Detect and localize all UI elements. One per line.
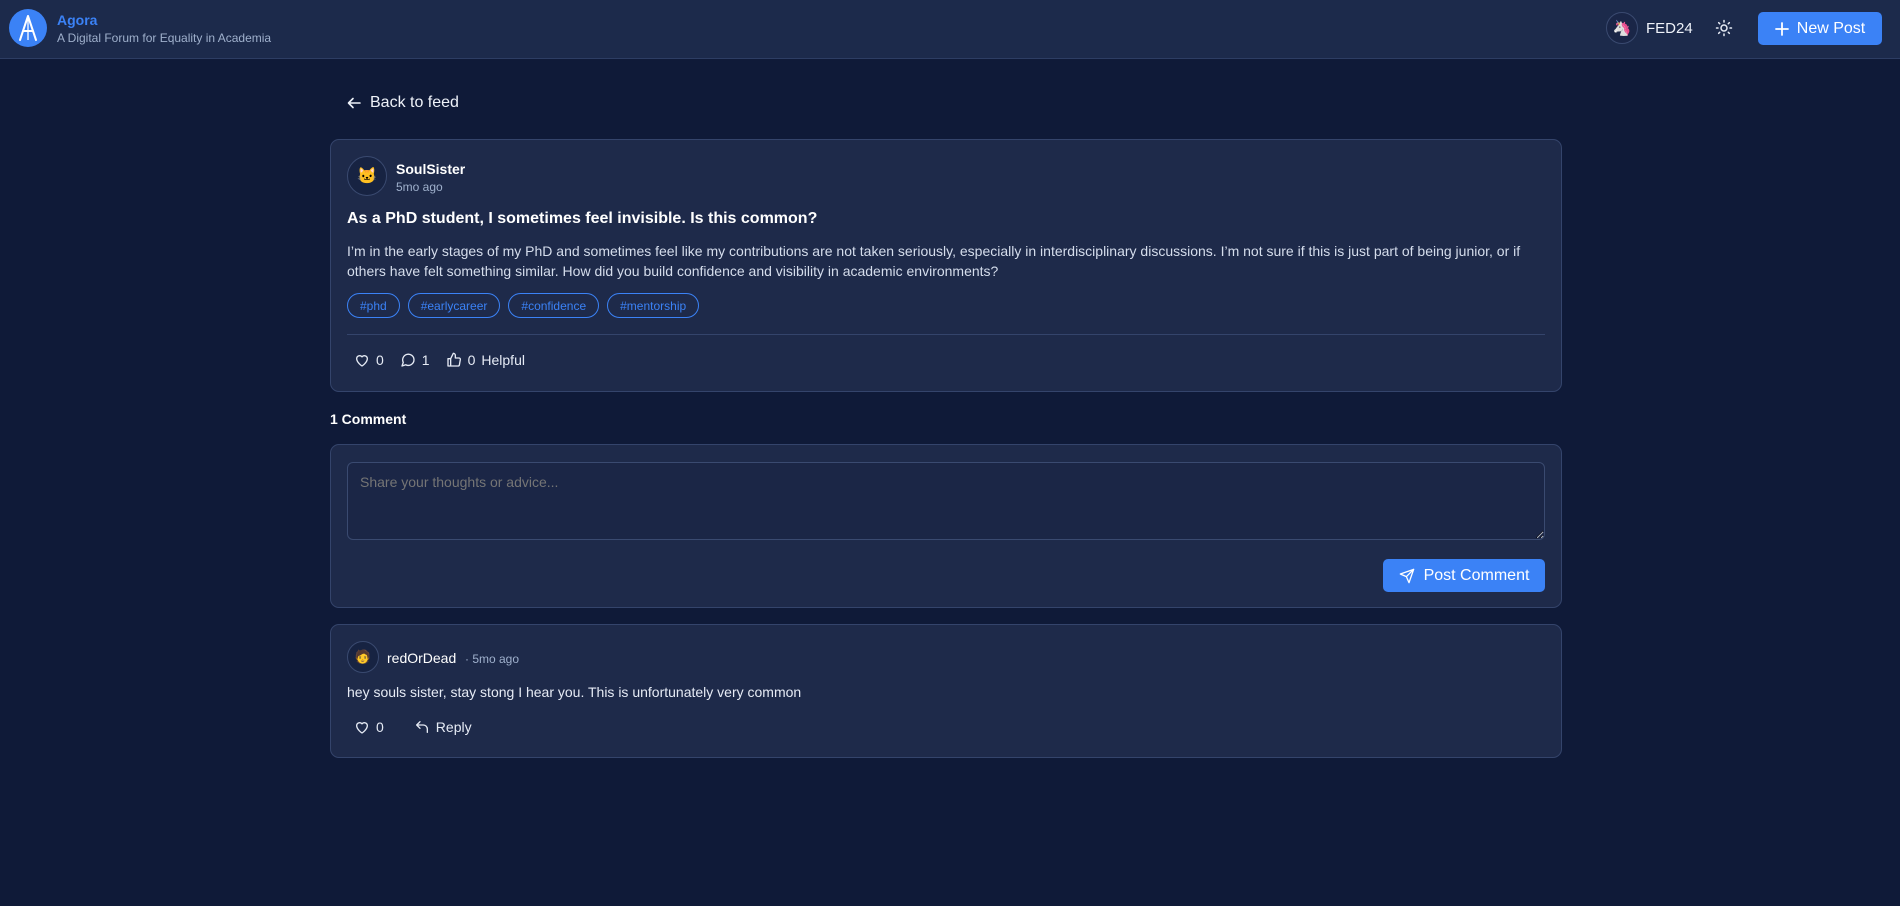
helpful-count: 0	[467, 352, 476, 368]
tag-mentorship[interactable]: #mentorship	[607, 293, 700, 318]
unicorn-icon[interactable]: 🦄	[1606, 12, 1638, 44]
post-author[interactable]: SoulSister	[396, 161, 465, 177]
post-title: As a PhD student, I sometimes feel invis…	[347, 210, 818, 227]
post-comment-label: Post Comment	[1423, 566, 1530, 584]
post-actions: 0 1 0 Helpful	[354, 352, 525, 368]
post-body: I’m in the early stages of my PhD and so…	[347, 243, 1521, 279]
post-card: 🐱 SoulSister 5mo ago As a PhD student, I…	[330, 139, 1562, 392]
post-tags: #phd #earlycareer #confidence #mentorshi…	[347, 293, 700, 318]
comment-count: 1	[421, 352, 430, 368]
divider	[347, 334, 1545, 335]
reply-label: Reply	[435, 719, 472, 735]
comment-author[interactable]: redOrDead	[387, 650, 456, 666]
comments-count-heading: 1 Comment	[330, 411, 407, 427]
sun-icon[interactable]	[1711, 15, 1737, 41]
user-name[interactable]: FED24	[1646, 20, 1693, 37]
plus-icon	[1774, 21, 1789, 36]
back-to-feed-label: Back to feed	[370, 94, 459, 111]
send-icon	[1399, 568, 1415, 584]
agora-logo-icon[interactable]	[9, 9, 47, 47]
compose-comment-card: Post Comment	[330, 444, 1562, 608]
tag-earlycareer[interactable]: #earlycareer	[407, 293, 501, 318]
new-post-button[interactable]: New Post	[1758, 12, 1882, 45]
brand-title[interactable]: Agora	[57, 12, 97, 28]
comment-time: · 5mo ago	[465, 652, 520, 666]
cat-icon[interactable]: 🐱	[347, 156, 387, 196]
top-bar: Agora A Digital Forum for Equality in Ac…	[0, 0, 1900, 59]
comment-like-count: 0	[376, 719, 384, 735]
comment-actions: 0 Reply	[354, 719, 472, 735]
comment-input[interactable]	[347, 462, 1545, 540]
tag-phd[interactable]: #phd	[347, 293, 400, 318]
heart-icon	[354, 719, 370, 735]
comment-bubble-icon	[400, 352, 416, 368]
arrow-left-icon	[347, 96, 361, 110]
back-to-feed-link[interactable]: Back to feed	[347, 92, 459, 114]
comment-button[interactable]: 1	[400, 352, 430, 368]
tag-confidence[interactable]: #confidence	[508, 293, 600, 318]
like-count: 0	[376, 352, 384, 368]
helpful-label: Helpful	[481, 352, 525, 368]
person-icon[interactable]: 🧑	[347, 641, 379, 673]
post-time: 5mo ago	[396, 180, 443, 194]
like-button[interactable]: 0	[354, 352, 384, 368]
helpful-button[interactable]: 0 Helpful	[446, 352, 525, 368]
comment-body: hey souls sister, stay stong I hear you.…	[347, 684, 802, 700]
comment-card: 🧑 redOrDead · 5mo ago hey souls sister, …	[330, 624, 1562, 758]
new-post-label: New Post	[1796, 19, 1866, 37]
thumbs-up-icon	[446, 352, 462, 368]
brand-subtitle: A Digital Forum for Equality in Academia	[57, 31, 272, 45]
heart-icon	[354, 352, 370, 368]
post-comment-button[interactable]: Post Comment	[1383, 559, 1545, 592]
reply-arrow-icon	[414, 719, 430, 735]
comment-like-button[interactable]: 0	[354, 719, 384, 735]
reply-button[interactable]: Reply	[414, 719, 472, 735]
